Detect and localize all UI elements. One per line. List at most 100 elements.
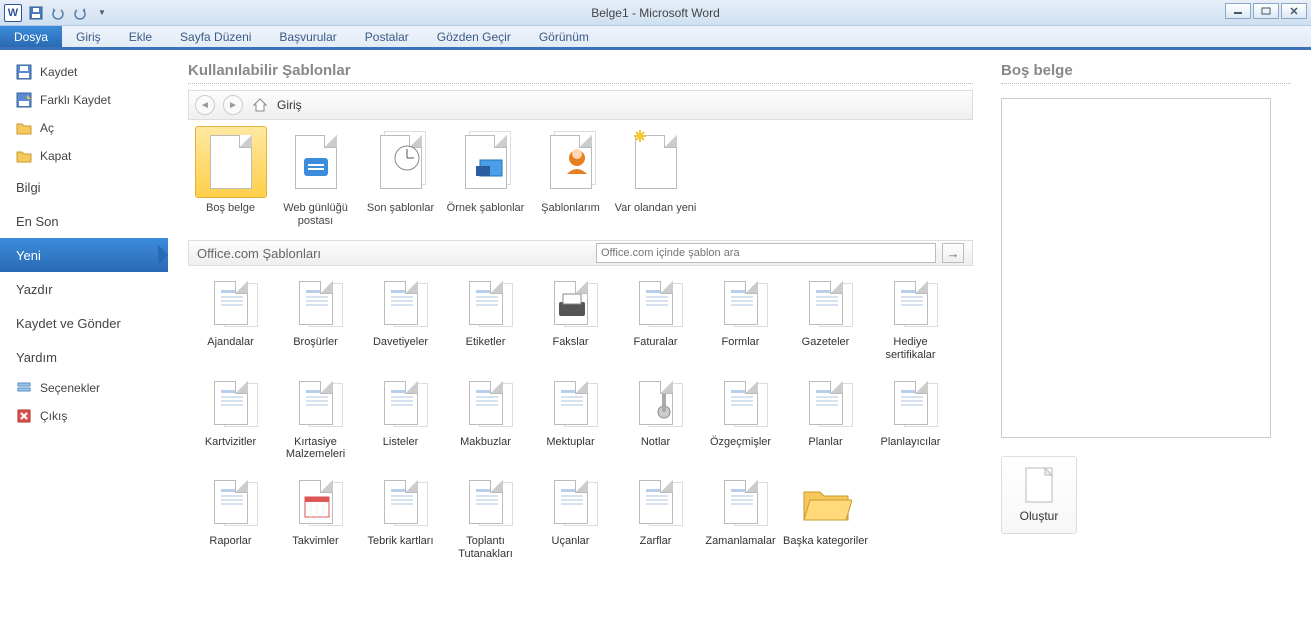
office-template-item[interactable]: Takvimler [273, 473, 358, 572]
sidebar-print[interactable]: Yazdır [0, 272, 168, 306]
template-blank-document[interactable]: Boş belge [188, 126, 273, 236]
office-template-item[interactable]: Makbuzlar [443, 374, 528, 473]
sidebar-label: Kaydet [40, 65, 77, 79]
template-search-input[interactable] [596, 243, 936, 263]
template-label: Gazeteler [802, 336, 850, 348]
template-category-icon [200, 473, 262, 531]
sidebar-label: Yeni [16, 248, 41, 263]
sidebar-help[interactable]: Yardım [0, 340, 168, 374]
sidebar-info[interactable]: Bilgi [0, 170, 168, 204]
template-from-existing[interactable]: Var olandan yeni [613, 126, 698, 236]
template-category-icon [540, 473, 602, 531]
save-icon [16, 64, 32, 80]
office-template-item[interactable]: Broşürler [273, 274, 358, 373]
ribbon-tab[interactable]: Sayfa Düzeni [166, 26, 265, 47]
template-category-icon [625, 473, 687, 531]
sidebar-save-send[interactable]: Kaydet ve Gönder [0, 306, 168, 340]
office-template-item[interactable]: Kırtasiye Malzemeleri [273, 374, 358, 473]
template-category-icon [370, 374, 432, 432]
backstage-sidebar: Kaydet Farklı Kaydet Aç Kapat Bilgi En S… [0, 50, 168, 618]
nav-back-button[interactable]: ◄ [195, 95, 215, 115]
office-template-item[interactable]: Mektuplar [528, 374, 613, 473]
office-template-item[interactable]: Toplantı Tutanakları [443, 473, 528, 572]
office-templates-header: Office.com Şablonları → [188, 240, 973, 266]
sidebar-save[interactable]: Kaydet [0, 58, 168, 86]
office-template-item[interactable]: Gazeteler [783, 274, 868, 373]
office-template-item[interactable]: Uçanlar [528, 473, 613, 572]
file-tab[interactable]: Dosya [0, 26, 62, 47]
breadcrumb-current: Giriş [277, 98, 302, 112]
preview-thumbnail [1001, 98, 1271, 438]
sidebar-options[interactable]: Seçenekler [0, 374, 168, 402]
template-blog-post[interactable]: Web günlüğü postası [273, 126, 358, 236]
template-label: Listeler [383, 436, 418, 448]
sidebar-close[interactable]: Kapat [0, 142, 168, 170]
office-template-item[interactable]: Raporlar [188, 473, 273, 572]
office-template-item[interactable]: Listeler [358, 374, 443, 473]
office-template-item[interactable]: Notlar [613, 374, 698, 473]
office-template-item[interactable]: Özgeçmişler [698, 374, 783, 473]
ribbon-tab[interactable]: Giriş [62, 26, 115, 47]
window-title: Belge1 - Microsoft Word [0, 6, 1311, 20]
office-template-item[interactable]: Formlar [698, 274, 783, 373]
office-template-item[interactable]: Zamanlamalar [698, 473, 783, 572]
close-button[interactable] [1281, 3, 1307, 19]
office-template-item[interactable]: Zarflar [613, 473, 698, 572]
ribbon-tabs: Dosya Giriş Ekle Sayfa Düzeni Başvurular… [0, 26, 1311, 50]
template-category-icon [625, 374, 687, 432]
sidebar-label: Aç [40, 121, 54, 135]
window-controls [1225, 3, 1307, 19]
ribbon-tab[interactable]: Başvurular [265, 26, 350, 47]
template-label: Faturalar [633, 336, 677, 348]
office-template-item[interactable]: Etiketler [443, 274, 528, 373]
office-template-item[interactable]: Fakslar [528, 274, 613, 373]
breadcrumb-bar: ◄ ► Giriş [188, 90, 973, 120]
sidebar-saveas[interactable]: Farklı Kaydet [0, 86, 168, 114]
office-template-item[interactable]: Ajandalar [188, 274, 273, 373]
office-template-item[interactable]: Planlar [783, 374, 868, 473]
backstage-view: Kaydet Farklı Kaydet Aç Kapat Bilgi En S… [0, 50, 1311, 618]
template-label: Notlar [641, 436, 670, 448]
office-template-item[interactable]: Planlayıcılar [868, 374, 953, 473]
preview-column: Boş belge Oluştur [1001, 62, 1291, 618]
ribbon-tab[interactable]: Görünüm [525, 26, 603, 47]
template-sample[interactable]: Örnek şablonlar [443, 126, 528, 236]
office-template-item[interactable]: Hediye sertifikalar [868, 274, 953, 373]
nav-forward-button[interactable]: ► [223, 95, 243, 115]
sidebar-new[interactable]: Yeni [0, 238, 168, 272]
sidebar-exit[interactable]: Çıkış [0, 402, 168, 430]
template-category-icon [285, 274, 347, 332]
office-template-item[interactable]: Davetiyeler [358, 274, 443, 373]
options-icon [16, 380, 32, 396]
home-icon[interactable] [251, 96, 269, 114]
template-recent[interactable]: Son şablonlar [358, 126, 443, 236]
office-section-title: Office.com Şablonları [197, 246, 321, 261]
template-category-icon [795, 473, 857, 531]
backstage-content: Kullanılabilir Şablonlar ◄ ► Giriş Boş b… [168, 50, 1311, 618]
sidebar-recent[interactable]: En Son [0, 204, 168, 238]
office-template-item[interactable]: Kartvizitler [188, 374, 273, 473]
sidebar-label: En Son [16, 214, 59, 229]
template-category-icon [455, 274, 517, 332]
ribbon-tab[interactable]: Gözden Geçir [423, 26, 525, 47]
search-go-button[interactable]: → [942, 243, 964, 263]
office-template-item[interactable]: Başka kategoriler [783, 473, 868, 572]
template-label: Kartvizitler [205, 436, 256, 448]
template-my-templates[interactable]: Şablonlarım [528, 126, 613, 236]
ribbon-tab[interactable]: Ekle [115, 26, 166, 47]
minimize-button[interactable] [1225, 3, 1251, 19]
template-label: Boş belge [206, 202, 255, 214]
office-template-item[interactable]: Tebrik kartları [358, 473, 443, 572]
template-category-icon [625, 274, 687, 332]
template-label: Toplantı Tutanakları [458, 535, 513, 560]
create-button[interactable]: Oluştur [1001, 456, 1077, 534]
template-label: Tebrik kartları [367, 535, 433, 547]
template-label: Planlar [808, 436, 842, 448]
blog-post-icon [280, 126, 352, 198]
ribbon-tab[interactable]: Postalar [351, 26, 423, 47]
office-template-item[interactable]: Faturalar [613, 274, 698, 373]
template-category-icon [710, 374, 772, 432]
sidebar-open[interactable]: Aç [0, 114, 168, 142]
template-label: Broşürler [293, 336, 338, 348]
maximize-button[interactable] [1253, 3, 1279, 19]
